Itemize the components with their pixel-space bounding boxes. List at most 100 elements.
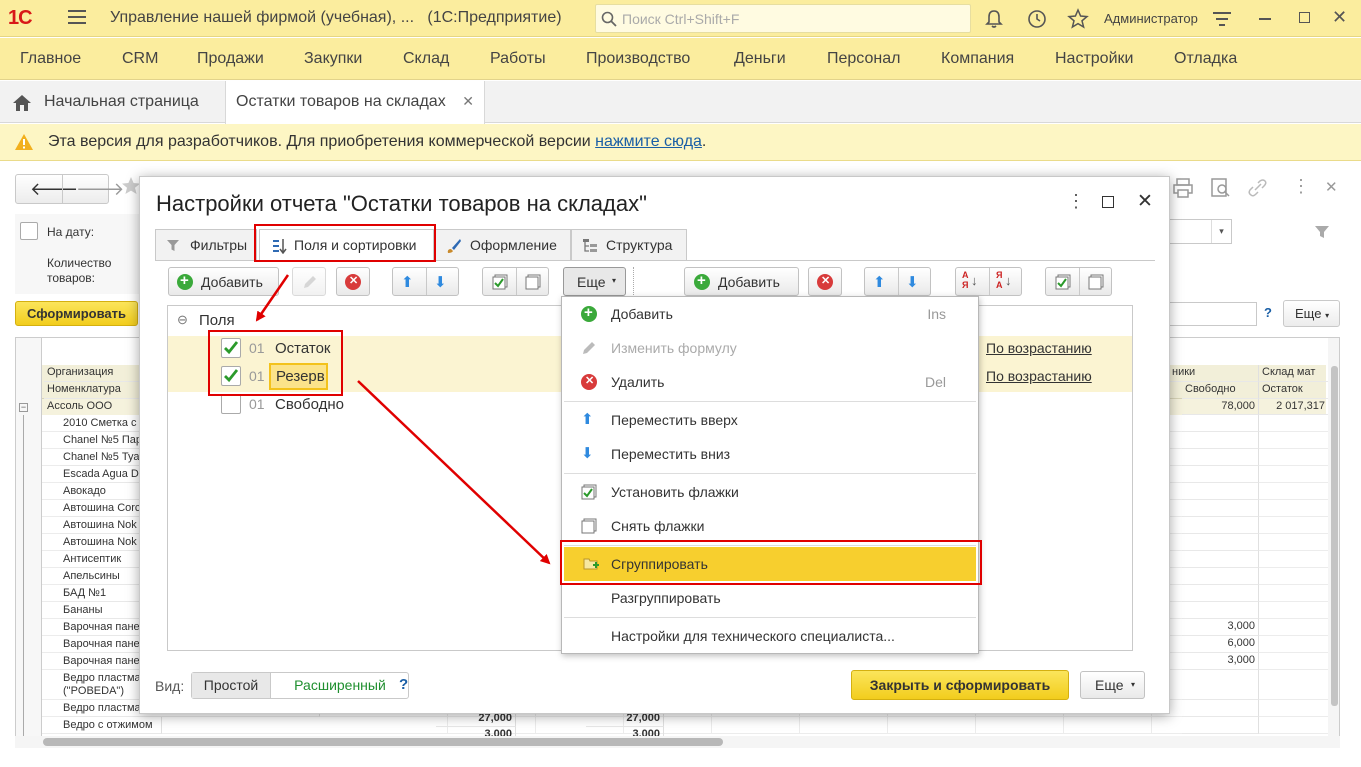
- tab-filters[interactable]: Фильтры: [155, 229, 257, 260]
- menu-uncheck-all[interactable]: Снять флажки: [562, 509, 978, 543]
- back-icon[interactable]: 🡐: [30, 179, 78, 200]
- sort-asc-icon[interactable]: АЯ: [962, 270, 969, 290]
- menu-tech-settings[interactable]: Настройки для технического специалиста..…: [562, 619, 978, 653]
- menu-item[interactable]: CRM: [122, 50, 158, 68]
- menu-item[interactable]: Компания: [941, 50, 1014, 68]
- sort-direction-link[interactable]: По возрастанию: [986, 340, 1092, 356]
- tab-stock-report[interactable]: Остатки товаров на складах ✕: [225, 81, 485, 124]
- minimize-icon[interactable]: [1259, 18, 1271, 20]
- menu-item[interactable]: Работы: [490, 50, 546, 68]
- settings-menu-icon[interactable]: [1211, 8, 1233, 30]
- more-icon[interactable]: ⋮: [1292, 176, 1310, 197]
- menu-item[interactable]: Продажи: [197, 50, 264, 68]
- menu-edit-formula[interactable]: Изменить формулу: [562, 331, 978, 365]
- tree-collapse-icon[interactable]: ⊖: [177, 312, 188, 328]
- tab-structure[interactable]: Структура: [571, 229, 687, 260]
- print-icon[interactable]: [1172, 178, 1194, 198]
- sort-desc-icon[interactable]: ЯА: [996, 270, 1003, 290]
- report-help-icon[interactable]: ?: [1264, 305, 1272, 320]
- tab-home[interactable]: Начальная страница: [34, 81, 209, 123]
- view-label: Вид:: [155, 678, 185, 694]
- view-simple-button[interactable]: Простой: [192, 673, 271, 698]
- menu-move-down[interactable]: ⬇ Переместить вниз: [562, 437, 978, 471]
- home-icon[interactable]: [12, 94, 32, 112]
- delete-sort-button[interactable]: ✕: [808, 267, 842, 296]
- user-name[interactable]: Администратор: [1104, 11, 1198, 26]
- menu-item[interactable]: Производство: [586, 50, 690, 68]
- uncheck-all-icon[interactable]: [1088, 274, 1104, 290]
- preview-icon[interactable]: [1210, 178, 1232, 198]
- row-free: [1182, 700, 1259, 717]
- report-search-input[interactable]: [1168, 302, 1257, 326]
- bell-icon[interactable]: [983, 8, 1005, 30]
- date-checkbox[interactable]: [20, 222, 38, 240]
- restore-icon[interactable]: [1299, 12, 1310, 23]
- grid-vscrollbar[interactable]: [1328, 338, 1339, 739]
- dialog-help-icon[interactable]: ?: [399, 676, 408, 693]
- close-window-icon[interactable]: ✕: [1332, 7, 1347, 28]
- purchase-link[interactable]: нажмите сюда: [595, 133, 702, 150]
- uncheck-all-icon: [581, 518, 597, 534]
- report-more-button[interactable]: Еще ▾: [1283, 300, 1340, 327]
- filter-icon[interactable]: [1314, 225, 1330, 239]
- row-free: [1182, 517, 1259, 534]
- more-menu-button[interactable]: Еще ▾: [563, 267, 626, 296]
- move-down-icon[interactable]: ⬇: [906, 273, 919, 291]
- row-free: 6,000: [1182, 636, 1259, 653]
- search-input[interactable]: Поиск Ctrl+Shift+F: [595, 4, 971, 33]
- sort-direction-link[interactable]: По возрастанию: [986, 368, 1092, 384]
- move-up-icon[interactable]: ⬆: [401, 273, 414, 291]
- menu-item[interactable]: Персонал: [827, 50, 900, 68]
- close-tab-icon[interactable]: ✕: [462, 93, 474, 110]
- search-placeholder: Поиск Ctrl+Shift+F: [622, 11, 740, 27]
- menu-check-all[interactable]: Установить флажки: [562, 475, 978, 509]
- title-bar: 1С Управление нашей фирмой (учебная), ..…: [0, 0, 1361, 37]
- generate-report-button[interactable]: Сформировать: [15, 301, 138, 326]
- menu-move-up[interactable]: ⬆ Переместить вверх: [562, 403, 978, 437]
- uncheck-all-icon[interactable]: [525, 274, 541, 290]
- menu-item[interactable]: Отладка: [1174, 50, 1237, 68]
- star-icon[interactable]: [1067, 8, 1089, 30]
- row-free: 3,000: [1182, 619, 1259, 636]
- field-name[interactable]: Свободно: [275, 396, 344, 413]
- menu-item[interactable]: Настройки: [1055, 50, 1133, 68]
- menu-ungroup[interactable]: Разгруппировать: [562, 581, 978, 615]
- row-name: Ведро с отжимом: [60, 717, 162, 734]
- delete-field-button[interactable]: ✕: [336, 267, 370, 296]
- grid-hscrollbar[interactable]: [15, 736, 1340, 748]
- add-sort-button[interactable]: + Добавить: [684, 267, 799, 296]
- app-logo[interactable]: 1С: [8, 7, 33, 30]
- link-icon[interactable]: [1247, 178, 1269, 198]
- dialog-more-icon[interactable]: ⋮: [1067, 191, 1085, 212]
- filter-select[interactable]: ▾: [1168, 219, 1232, 244]
- dialog-maximize-icon[interactable]: [1102, 196, 1114, 208]
- check-all-icon[interactable]: [492, 274, 508, 290]
- dialog-close-icon[interactable]: ✕: [1137, 190, 1153, 213]
- dialog-more-button[interactable]: Еще ▾: [1080, 671, 1145, 699]
- row-free: [1182, 534, 1259, 551]
- menu-item[interactable]: Склад: [403, 50, 449, 68]
- view-extended-button[interactable]: Расширенный: [272, 673, 408, 698]
- menu-add[interactable]: + Добавить Ins: [562, 297, 978, 331]
- tab-appearance[interactable]: Оформление: [435, 229, 571, 260]
- collapse-icon[interactable]: −: [19, 403, 28, 412]
- move-down-icon[interactable]: ⬇: [434, 273, 447, 291]
- menu-item[interactable]: Главное: [20, 50, 81, 68]
- edit-formula-button[interactable]: [292, 267, 326, 296]
- forward-icon[interactable]: 🡒: [76, 179, 124, 200]
- close-and-generate-button[interactable]: Закрыть и сформировать: [851, 670, 1069, 700]
- menu-item[interactable]: Закупки: [304, 50, 362, 68]
- table-row[interactable]: Ведро с отжимом: [42, 717, 1328, 734]
- menu-item[interactable]: Деньги: [734, 50, 786, 68]
- menu-delete[interactable]: ✕ Удалить Del: [562, 365, 978, 399]
- check-all-icon[interactable]: [1055, 274, 1071, 290]
- menu-icon[interactable]: [68, 10, 86, 24]
- annotation-box-tab: [254, 224, 436, 262]
- col-free-header: Свободно: [1182, 382, 1259, 399]
- history-icon[interactable]: [1026, 8, 1048, 30]
- col-store-header: Склад мат: [1259, 365, 1329, 382]
- close-form-icon[interactable]: ✕: [1325, 178, 1338, 196]
- field-checkbox[interactable]: [221, 394, 241, 414]
- add-field-button[interactable]: + Добавить: [168, 267, 279, 296]
- move-up-icon[interactable]: ⬆: [873, 273, 886, 291]
